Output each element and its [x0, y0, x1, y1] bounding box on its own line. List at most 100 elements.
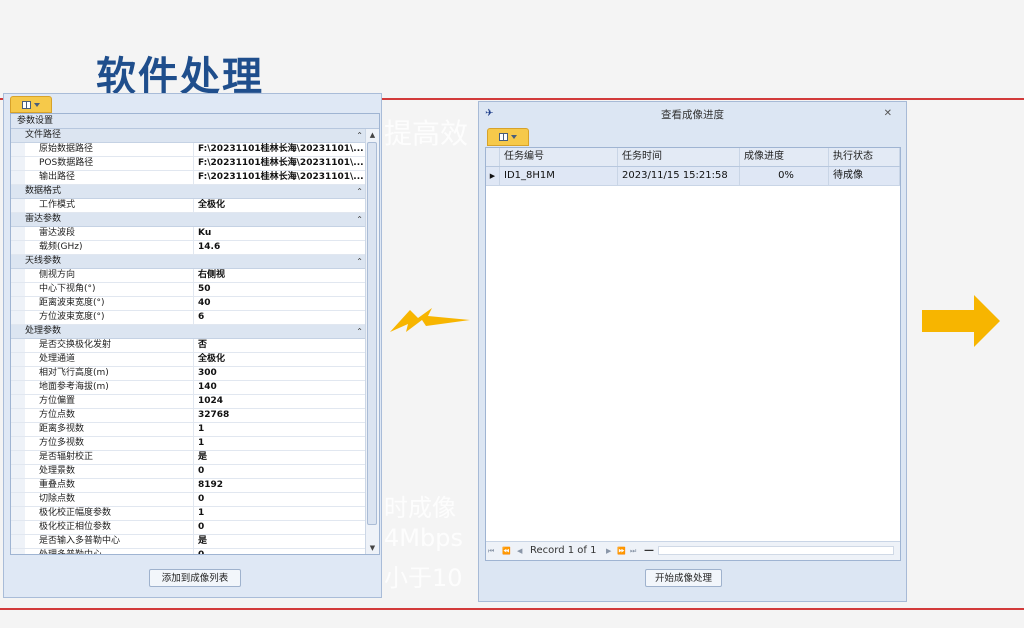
first-record-icon[interactable]: ⏮	[488, 542, 494, 560]
collapse-icon[interactable]: ⌃	[356, 129, 363, 142]
property-row[interactable]: 处理多普勒中心 0	[11, 549, 367, 554]
last-record-icon[interactable]: ⏭	[630, 542, 636, 560]
property-value[interactable]: 1024	[194, 395, 367, 408]
vertical-scrollbar[interactable]: ▲ ▼	[365, 129, 379, 554]
status-cell[interactable]: 待成像	[829, 167, 900, 185]
property-value[interactable]: 6	[194, 311, 367, 324]
property-value[interactable]: 0	[194, 549, 367, 554]
property-value[interactable]: F:\20231101桂林长海\20231101\...	[194, 171, 367, 184]
property-grid: 参数设置 文件路径 ⌃ 原始数据路径 F:\20231101桂林长海\20231101…	[10, 113, 380, 555]
property-row[interactable]: 切除点数 0	[11, 493, 367, 507]
collapse-icon[interactable]: ⌃	[356, 213, 363, 226]
property-row[interactable]: 重叠点数 8192	[11, 479, 367, 493]
close-icon[interactable]: ✕	[884, 108, 892, 119]
property-value[interactable]: 1	[194, 507, 367, 520]
property-name: 极化校正相位参数	[11, 521, 194, 534]
property-name: 工作模式	[11, 199, 194, 212]
collapse-icon[interactable]: ⌃	[356, 255, 363, 268]
property-row[interactable]: 方位点数 32768	[11, 409, 367, 423]
property-value[interactable]: F:\20231101桂林长海\20231101\...	[194, 157, 367, 170]
property-name: 侧视方向	[11, 269, 194, 282]
collapse-icon[interactable]: ⌃	[356, 325, 363, 338]
property-name: POS数据路径	[11, 157, 194, 170]
scrollbar-thumb[interactable]	[367, 142, 377, 525]
property-row[interactable]: 方位波束宽度(°) 6	[11, 311, 367, 325]
book-icon	[22, 100, 31, 109]
property-name: 处理多普勒中心	[11, 549, 194, 554]
property-row[interactable]: 方位偏置 1024	[11, 395, 367, 409]
category-row[interactable]: 雷达参数 ⌃	[11, 213, 367, 227]
property-value[interactable]: 全极化	[194, 199, 367, 212]
property-value[interactable]: 全极化	[194, 353, 367, 366]
scroll-down-icon[interactable]: ▼	[366, 542, 379, 554]
property-value[interactable]: 8192	[194, 479, 367, 492]
property-row[interactable]: 处理景数 0	[11, 465, 367, 479]
property-row[interactable]: 雷达波段 Ku	[11, 227, 367, 241]
property-row[interactable]: 极化校正幅度参数 1	[11, 507, 367, 521]
add-to-imaging-list-button[interactable]: 添加到成像列表	[149, 569, 241, 587]
property-value[interactable]: 1	[194, 437, 367, 450]
property-value[interactable]: 140	[194, 381, 367, 394]
next-page-icon[interactable]: ⏩	[617, 542, 626, 560]
property-name: 原始数据路径	[11, 143, 194, 156]
category-label: 天线参数	[25, 256, 62, 266]
property-row[interactable]: 侧视方向 右侧视	[11, 269, 367, 283]
prev-record-icon[interactable]: ◀	[517, 542, 522, 560]
task-time-cell[interactable]: 2023/11/15 15:21:58	[618, 167, 740, 185]
imaging-progress-window: ✈ 查看成像进度 ✕ 任务编号 任务时间 成像进度 执行状态 ▶ ID1_8H1…	[478, 101, 907, 602]
property-row[interactable]: 中心下视角(°) 50	[11, 283, 367, 297]
layout-menu-button[interactable]	[487, 128, 529, 146]
property-value[interactable]: 1	[194, 423, 367, 436]
property-row[interactable]: 处理通道 全极化	[11, 353, 367, 367]
property-row[interactable]: 工作模式 全极化	[11, 199, 367, 213]
horizontal-scrollbar[interactable]	[658, 546, 894, 555]
start-imaging-button[interactable]: 开始成像处理	[645, 569, 722, 587]
category-row[interactable]: 文件路径 ⌃	[11, 129, 367, 143]
property-row[interactable]: 是否辐射校正是	[11, 451, 367, 465]
property-row[interactable]: 相对飞行高度(m) 300	[11, 367, 367, 381]
next-record-icon[interactable]: ▶	[606, 542, 611, 560]
window-title: 查看成像进度	[661, 109, 724, 121]
property-value[interactable]: 14.6	[194, 241, 367, 254]
category-row[interactable]: 天线参数 ⌃	[11, 255, 367, 269]
table-row[interactable]: ▶ ID1_8H1M 2023/11/15 15:21:58 0% 待成像	[486, 167, 900, 186]
property-value[interactable]: F:\20231101桂林长海\20231101\...	[194, 143, 367, 156]
property-name: 极化校正幅度参数	[11, 507, 194, 520]
column-header-task-time[interactable]: 任务时间	[618, 148, 740, 166]
property-value[interactable]: 是	[194, 451, 367, 464]
task-id-cell[interactable]: ID1_8H1M	[500, 167, 618, 185]
property-value[interactable]: 40	[194, 297, 367, 310]
column-header-task-id[interactable]: 任务编号	[500, 148, 618, 166]
property-value[interactable]: 右侧视	[194, 269, 367, 282]
column-header-progress[interactable]: 成像进度	[740, 148, 829, 166]
category-row[interactable]: 数据格式 ⌃	[11, 185, 367, 199]
category-row[interactable]: 处理参数 ⌃	[11, 325, 367, 339]
column-header-status[interactable]: 执行状态	[829, 148, 900, 166]
property-value[interactable]: 0	[194, 493, 367, 506]
property-value[interactable]: 32768	[194, 409, 367, 422]
layout-menu-button[interactable]	[10, 96, 52, 113]
property-row[interactable]: 是否输入多普勒中心是	[11, 535, 367, 549]
property-value[interactable]: 否	[194, 339, 367, 352]
property-row[interactable]: 地面参考海拔(m) 140	[11, 381, 367, 395]
property-value[interactable]: 0	[194, 465, 367, 478]
property-row[interactable]: 距离多视数 1	[11, 423, 367, 437]
property-row[interactable]: 方位多视数 1	[11, 437, 367, 451]
prev-page-icon[interactable]: ⏪	[502, 542, 511, 560]
property-value[interactable]: 300	[194, 367, 367, 380]
scroll-up-icon[interactable]: ▲	[366, 129, 379, 141]
property-row[interactable]: 输出路径 F:\20231101桂林长海\20231101\...	[11, 171, 367, 185]
property-value[interactable]: 0	[194, 521, 367, 534]
collapse-icon[interactable]: ⌃	[356, 185, 363, 198]
property-row[interactable]: 是否交换极化发射否	[11, 339, 367, 353]
property-name: 是否辐射校正	[11, 451, 194, 464]
property-row[interactable]: POS数据路径 F:\20231101桂林长海\20231101\...	[11, 157, 367, 171]
property-row[interactable]: 极化校正相位参数 0	[11, 521, 367, 535]
progress-cell[interactable]: 0%	[740, 167, 829, 185]
property-row[interactable]: 载频(GHz) 14.6	[11, 241, 367, 255]
property-row[interactable]: 距离波束宽度(°) 40	[11, 297, 367, 311]
property-row[interactable]: 原始数据路径 F:\20231101桂林长海\20231101\...	[11, 143, 367, 157]
property-value[interactable]: 50	[194, 283, 367, 296]
property-value[interactable]: 是	[194, 535, 367, 548]
property-value[interactable]: Ku	[194, 227, 367, 240]
